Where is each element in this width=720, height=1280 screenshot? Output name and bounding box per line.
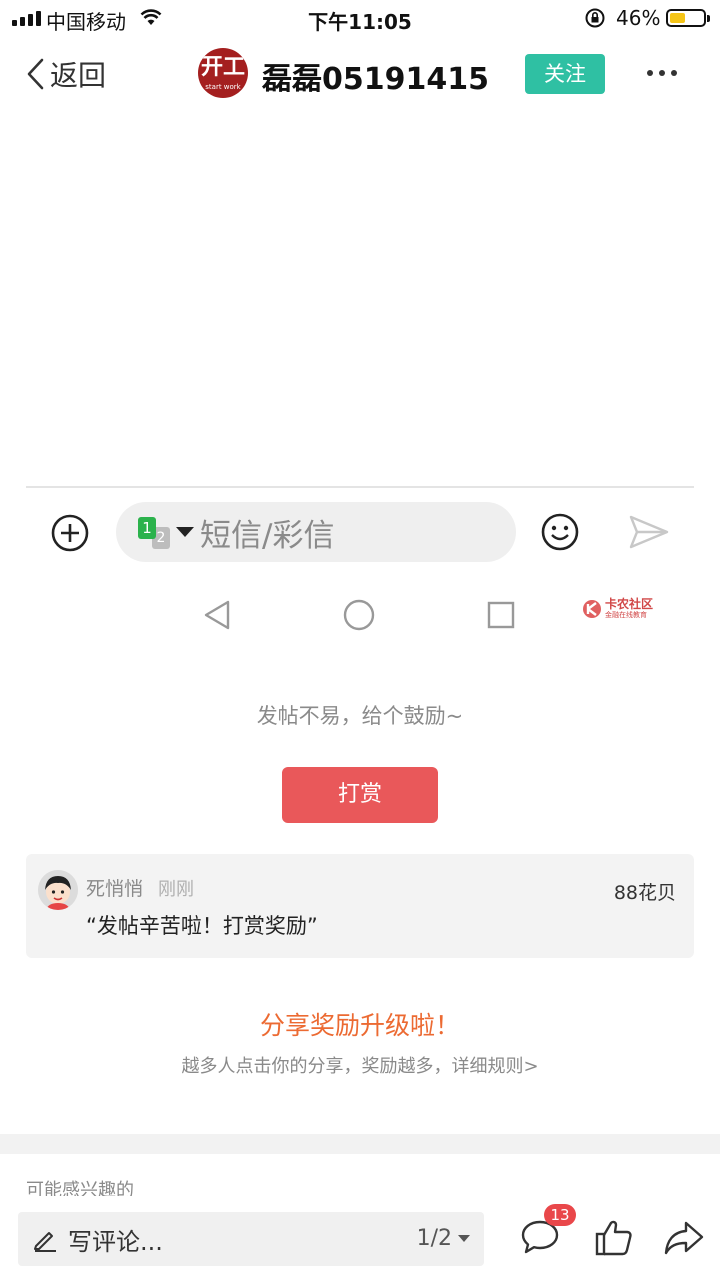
- thumbs-up-icon[interactable]: [594, 1218, 634, 1258]
- sim-card-icon: 2 1: [138, 517, 172, 549]
- tipper-name[interactable]: 死悄悄: [86, 874, 143, 901]
- post-image[interactable]: 2 1 短信/彩信 卡农社区 金融在线教育: [0, 112, 720, 652]
- bottom-bar: 写评论... 1/2 13: [0, 1200, 720, 1280]
- page-selector[interactable]: 1/2: [417, 1226, 470, 1251]
- share-icon[interactable]: [664, 1220, 704, 1256]
- tip-time: 刚刚: [158, 879, 194, 900]
- emoji-icon: [541, 513, 579, 551]
- android-home-icon: [343, 599, 375, 631]
- back-label: 返回: [50, 59, 107, 92]
- tip-message: “发帖辛苦啦！打赏奖励”: [86, 914, 318, 938]
- battery-icon: [666, 9, 710, 27]
- comment-count-badge: 13: [544, 1204, 576, 1226]
- send-icon: [629, 515, 669, 549]
- cartoon-avatar-icon: [38, 870, 78, 910]
- tip-amount: 88花贝: [613, 882, 676, 904]
- watermark-title: 卡农社区: [605, 597, 654, 611]
- reward-hint: 发帖不易，给个鼓励~: [256, 704, 464, 728]
- battery-level: [670, 13, 685, 23]
- plus-circle-icon: [51, 514, 89, 552]
- sim1-label: 1: [138, 517, 156, 539]
- comment-input[interactable]: 写评论... 1/2: [18, 1212, 484, 1266]
- share-title: 分享奖励升级啦！: [259, 1011, 460, 1040]
- clock: 下午11:05: [308, 10, 412, 34]
- sms-input: 2 1 短信/彩信: [116, 502, 516, 562]
- sms-input-placeholder: 短信/彩信: [200, 517, 335, 554]
- comment-placeholder: 写评论...: [68, 1227, 163, 1256]
- android-recents-icon: [487, 601, 515, 629]
- section-divider: [0, 1134, 720, 1154]
- nav-bar: 返回 开工 start work 磊磊05191415 关注: [0, 36, 720, 112]
- battery-percent: 46%: [616, 6, 661, 30]
- reward-record: 死悄悄 刚刚 88花贝 “发帖辛苦啦！打赏奖励”: [26, 854, 694, 958]
- more-options-icon[interactable]: [640, 60, 684, 86]
- author-name[interactable]: 磊磊05191415: [262, 54, 489, 98]
- follow-button[interactable]: 关注: [525, 54, 605, 94]
- watermark-subtitle: 金融在线教育: [605, 611, 647, 619]
- android-back-icon: [204, 600, 230, 630]
- related-title: 可能感兴趣的: [26, 1180, 134, 1196]
- author-avatar[interactable]: 开工 start work: [198, 48, 248, 98]
- chevron-down-icon: [458, 1235, 470, 1242]
- avatar-text: 开工: [200, 55, 245, 80]
- chevron-left-icon: [27, 58, 44, 90]
- back-button[interactable]: 返回: [26, 54, 106, 94]
- kanong-logo-icon: [583, 599, 601, 618]
- rotation-lock-icon: [585, 8, 605, 28]
- reward-button[interactable]: 打赏: [282, 767, 438, 823]
- page-indicator-text: 1/2: [416, 1226, 452, 1251]
- share-rules-link[interactable]: 越多人点击你的分享，奖励越多，详细规则>: [0, 1052, 720, 1078]
- pencil-icon: [34, 1232, 56, 1252]
- avatar-subtext: start work: [205, 83, 241, 91]
- divider: [26, 486, 694, 488]
- status-bar: 中国移动 下午11:05 46%: [0, 0, 720, 36]
- dropdown-triangle-icon: [176, 527, 194, 537]
- avatar[interactable]: [38, 870, 78, 910]
- watermark-logo: 卡农社区 金融在线教育: [582, 598, 653, 619]
